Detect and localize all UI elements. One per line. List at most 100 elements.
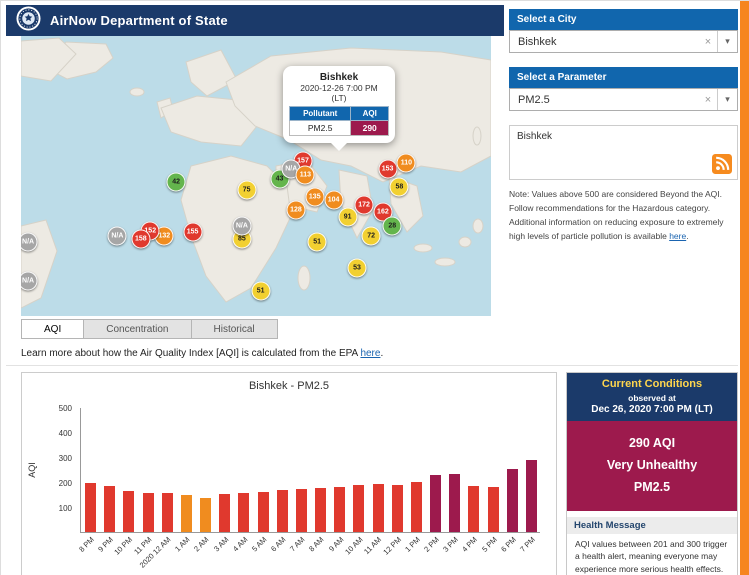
feed-city-label: Bishkek <box>517 131 552 142</box>
chart-bar <box>334 487 345 532</box>
map-aqi-marker[interactable]: 58 <box>390 178 409 197</box>
chart-x-tick-label: 4 AM <box>231 535 249 553</box>
current-aqi-pollutant: PM2.5 <box>571 477 733 499</box>
chevron-down-icon[interactable]: ▾ <box>717 31 737 52</box>
map-aqi-marker[interactable]: 91 <box>338 207 357 226</box>
map-aqi-marker[interactable]: N/A <box>108 227 127 246</box>
chart-bar <box>468 486 479 533</box>
chart-bar <box>219 494 230 532</box>
chart-y-tick-label: 200 <box>59 479 72 488</box>
city-select-value: Bishkek <box>510 36 699 48</box>
map-aqi-marker[interactable]: 104 <box>324 190 343 209</box>
select-city-header: Select a City <box>509 9 738 30</box>
health-message-text: AQI values between 201 and 300 trigger a… <box>567 534 737 575</box>
chart-x-tick-label: 11 AM <box>362 535 383 556</box>
chart-bar <box>449 474 460 532</box>
tab-aqi[interactable]: AQI <box>21 319 84 339</box>
map-aqi-marker[interactable]: 135 <box>305 188 324 207</box>
chart-x-tick-label: 8 PM <box>77 535 96 554</box>
map-aqi-marker[interactable]: 53 <box>348 259 367 278</box>
map-aqi-marker[interactable]: 155 <box>183 223 202 242</box>
popup-pollutant-value: PM2.5 <box>290 121 351 136</box>
chart-bar <box>104 486 115 533</box>
map-aqi-marker[interactable]: 51 <box>308 232 327 251</box>
map-aqi-marker[interactable]: 28 <box>383 217 402 236</box>
popup-local-time: (LT) <box>289 93 389 103</box>
chart-bar <box>507 469 518 532</box>
chart-bar <box>488 487 499 532</box>
chart-x-tick-label: 3 AM <box>212 535 230 553</box>
chart-y-tick-label: 500 <box>59 404 72 413</box>
rss-icon[interactable] <box>712 154 732 174</box>
learn-more-text: Learn more about how the Air Quality Ind… <box>21 348 360 359</box>
epa-here-link[interactable]: here <box>360 348 380 359</box>
learn-more-line: Learn more about how the Air Quality Ind… <box>21 348 383 359</box>
chart-x-tick-label: 6 AM <box>269 535 287 553</box>
dos-seal-icon <box>16 6 41 36</box>
chart-y-tick-label: 300 <box>59 454 72 463</box>
chart-y-tick-label: 400 <box>59 429 72 438</box>
chart-bar <box>373 484 384 532</box>
chart-x-tick-label: 5 PM <box>480 535 499 554</box>
note-here-link[interactable]: here <box>669 231 686 241</box>
popup-col-pollutant: Pollutant <box>290 107 351 121</box>
chart-bar <box>277 490 288 532</box>
map-aqi-marker[interactable]: 72 <box>362 227 381 246</box>
parameter-select-value: PM2.5 <box>510 94 699 106</box>
chart-x-tick-label: 7 AM <box>288 535 306 553</box>
chart-x-tick-label: 2 AM <box>192 535 210 553</box>
page-edge-strip <box>740 1 749 575</box>
chart-bar <box>162 493 173 532</box>
view-tabs: AQI Concentration Historical <box>21 319 278 339</box>
chart-x-tick-label: 5 AM <box>250 535 268 553</box>
chevron-down-icon[interactable]: ▾ <box>717 89 737 110</box>
world-map-landmass <box>21 36 491 316</box>
section-divider <box>6 365 738 366</box>
chart-x-ticks: 8 PM9 PM10 PM11 PM2020 12 AM1 AM2 AM3 AM… <box>80 535 540 575</box>
chart-bar <box>526 460 537 533</box>
page: AirNow Department of State Select a City… <box>0 0 749 575</box>
chart-bar <box>143 493 154 533</box>
chart-x-tick-label: 10 AM <box>343 535 364 556</box>
map-aqi-marker[interactable]: 158 <box>131 230 150 249</box>
map-aqi-marker[interactable]: 42 <box>167 172 186 191</box>
chart-y-tick-label: 100 <box>59 504 72 513</box>
city-select[interactable]: Bishkek × ▾ <box>509 30 738 53</box>
map-aqi-marker[interactable]: 110 <box>397 154 416 173</box>
clear-city-icon[interactable]: × <box>699 36 717 48</box>
map-aqi-marker[interactable]: N/A <box>232 217 251 236</box>
chart-bar <box>123 491 134 532</box>
map-aqi-marker[interactable]: 172 <box>355 196 374 215</box>
chart-x-tick-label: 1 PM <box>403 535 422 554</box>
chart-bar <box>181 495 192 532</box>
chart-x-tick-label: 8 AM <box>307 535 325 553</box>
parameter-select[interactable]: PM2.5 × ▾ <box>509 88 738 111</box>
app-header: AirNow Department of State <box>6 5 504 36</box>
chart-y-axis-label: AQI <box>27 462 37 478</box>
map-aqi-marker[interactable]: 51 <box>251 281 270 300</box>
chart-bar <box>296 489 307 532</box>
map-popup[interactable]: Bishkek 2020-12-26 7:00 PM (LT) Pollutan… <box>283 66 395 143</box>
health-message-header: Health Message <box>567 517 737 534</box>
popup-datetime: 2020-12-26 7:00 PM <box>289 83 389 93</box>
current-aqi-box: 290 AQI Very Unhealthy PM2.5 <box>567 421 737 511</box>
current-conditions-header: Current Conditions observed at Dec 26, 2… <box>567 373 737 421</box>
chart-title: Bishkek - PM2.5 <box>22 380 556 392</box>
chart-bar <box>200 498 211 532</box>
chart-x-tick-label: 2 PM <box>422 535 441 554</box>
world-aqi-map[interactable]: 424375157N/A1131281351041531105817216291… <box>21 36 491 316</box>
map-aqi-marker[interactable]: 75 <box>237 181 256 200</box>
current-conditions-panel: Current Conditions observed at Dec 26, 2… <box>566 372 738 575</box>
clear-parameter-icon[interactable]: × <box>699 94 717 106</box>
aqi-bar-chart-panel: Bishkek - PM2.5 AQI 100 200 300 400 500 8 PM… <box>21 372 557 575</box>
chart-x-tick-label: 10 PM <box>113 535 135 557</box>
chart-bar <box>238 493 249 532</box>
map-aqi-marker[interactable]: 113 <box>296 165 315 184</box>
tab-concentration[interactable]: Concentration <box>84 319 191 339</box>
chart-bar <box>258 492 269 532</box>
tab-historical[interactable]: Historical <box>192 319 278 339</box>
chart-x-tick-label: 1 AM <box>173 535 191 553</box>
chart-y-ticks: 100200300400500 <box>48 408 76 533</box>
map-aqi-marker[interactable]: 128 <box>286 200 305 219</box>
map-aqi-marker[interactable]: 153 <box>378 160 397 179</box>
